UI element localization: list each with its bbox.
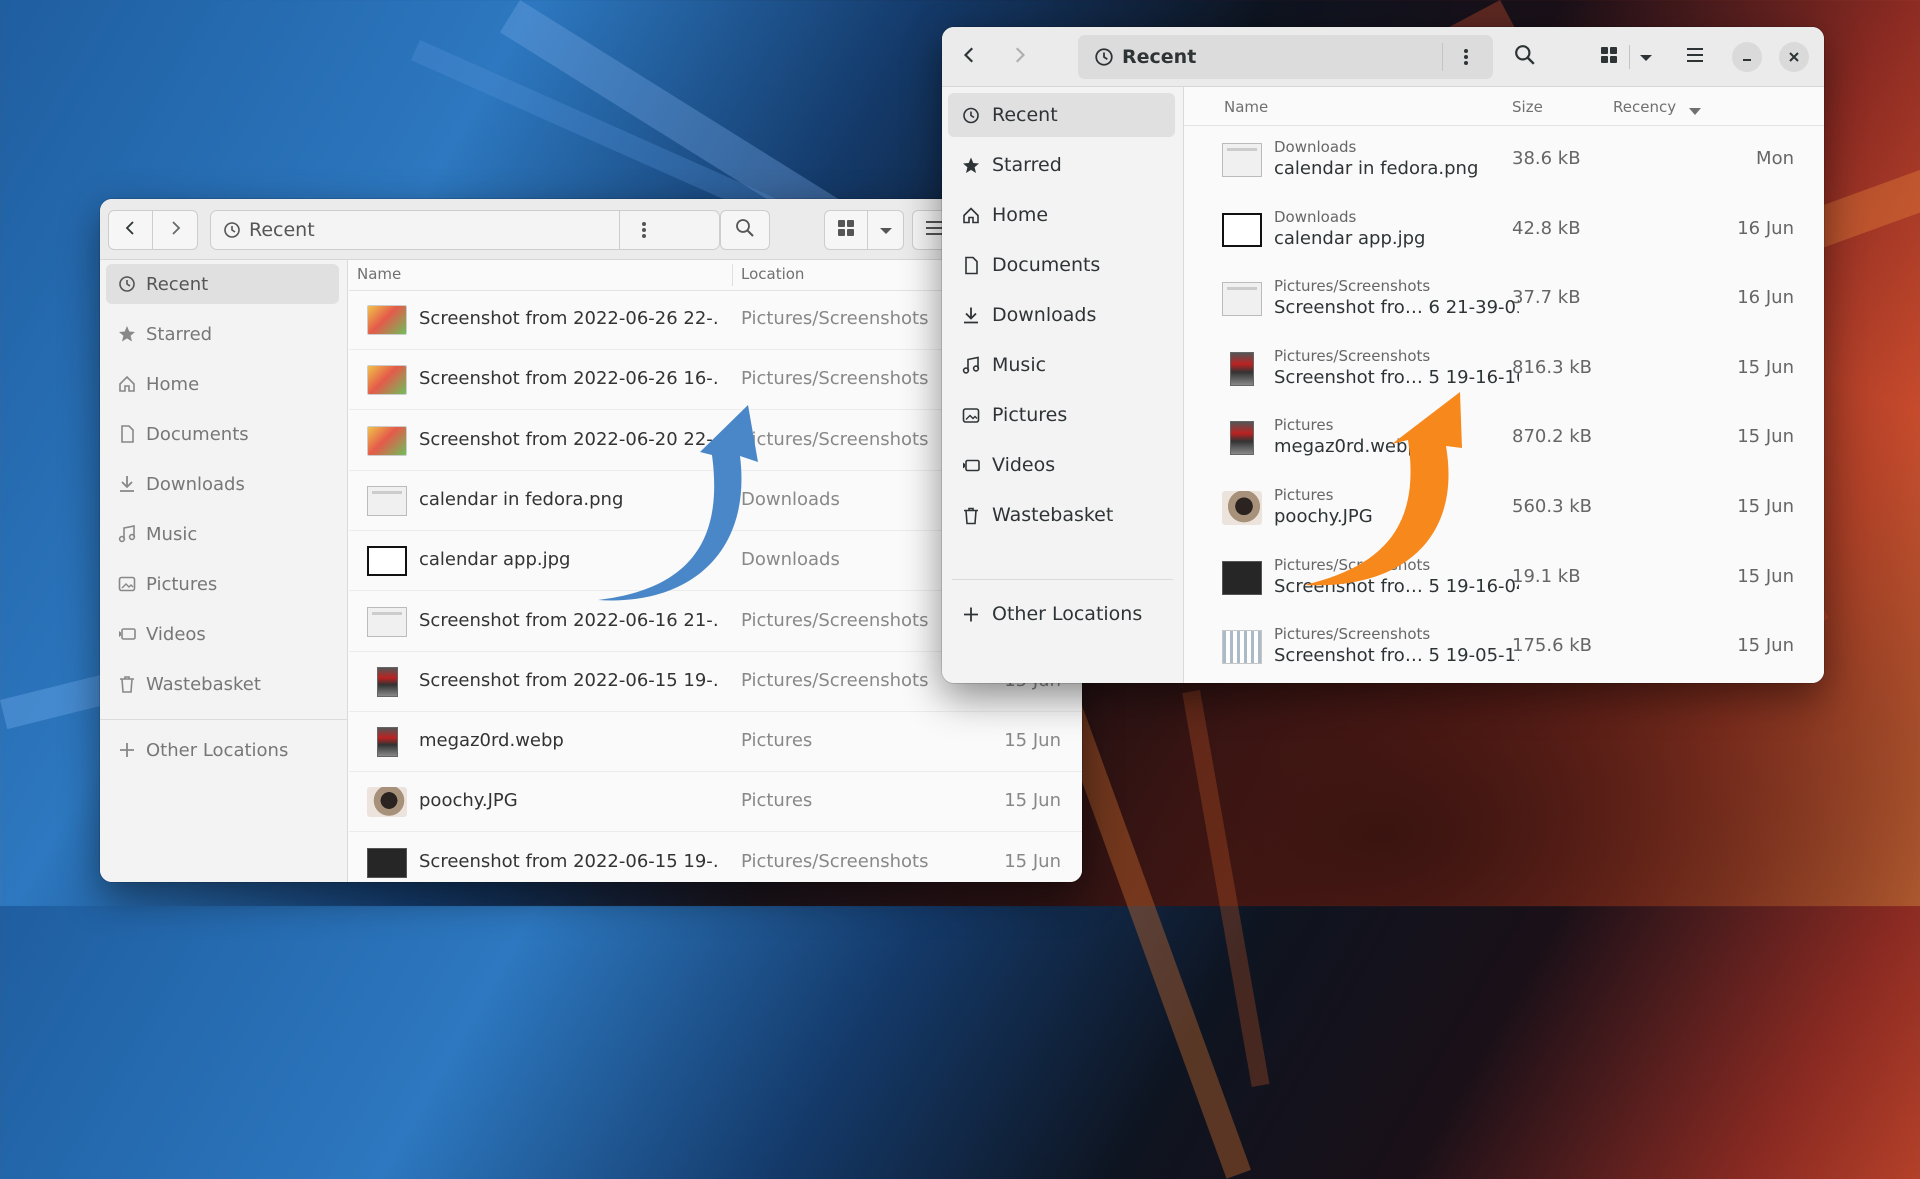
blue-arrow xyxy=(598,392,1462,601)
